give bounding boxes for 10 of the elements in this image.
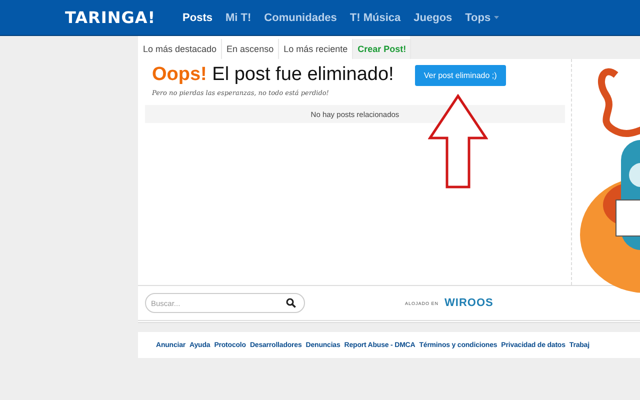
nav-link[interactable]: Tops (465, 12, 499, 24)
host-logo[interactable]: WIROOS (444, 297, 494, 309)
nav-link[interactable]: Posts (182, 12, 212, 24)
nav-link[interactable]: Comunidades (264, 12, 337, 24)
nav-link[interactable]: T! Música (350, 12, 401, 24)
page-title: Oops! El post fue eliminado! (152, 64, 394, 86)
nav-link[interactable]: Mi T! (226, 12, 252, 24)
site-logo[interactable]: TARINGA! (65, 8, 156, 27)
nav-link[interactable]: Juegos (414, 12, 452, 24)
search-icon[interactable] (286, 298, 296, 308)
